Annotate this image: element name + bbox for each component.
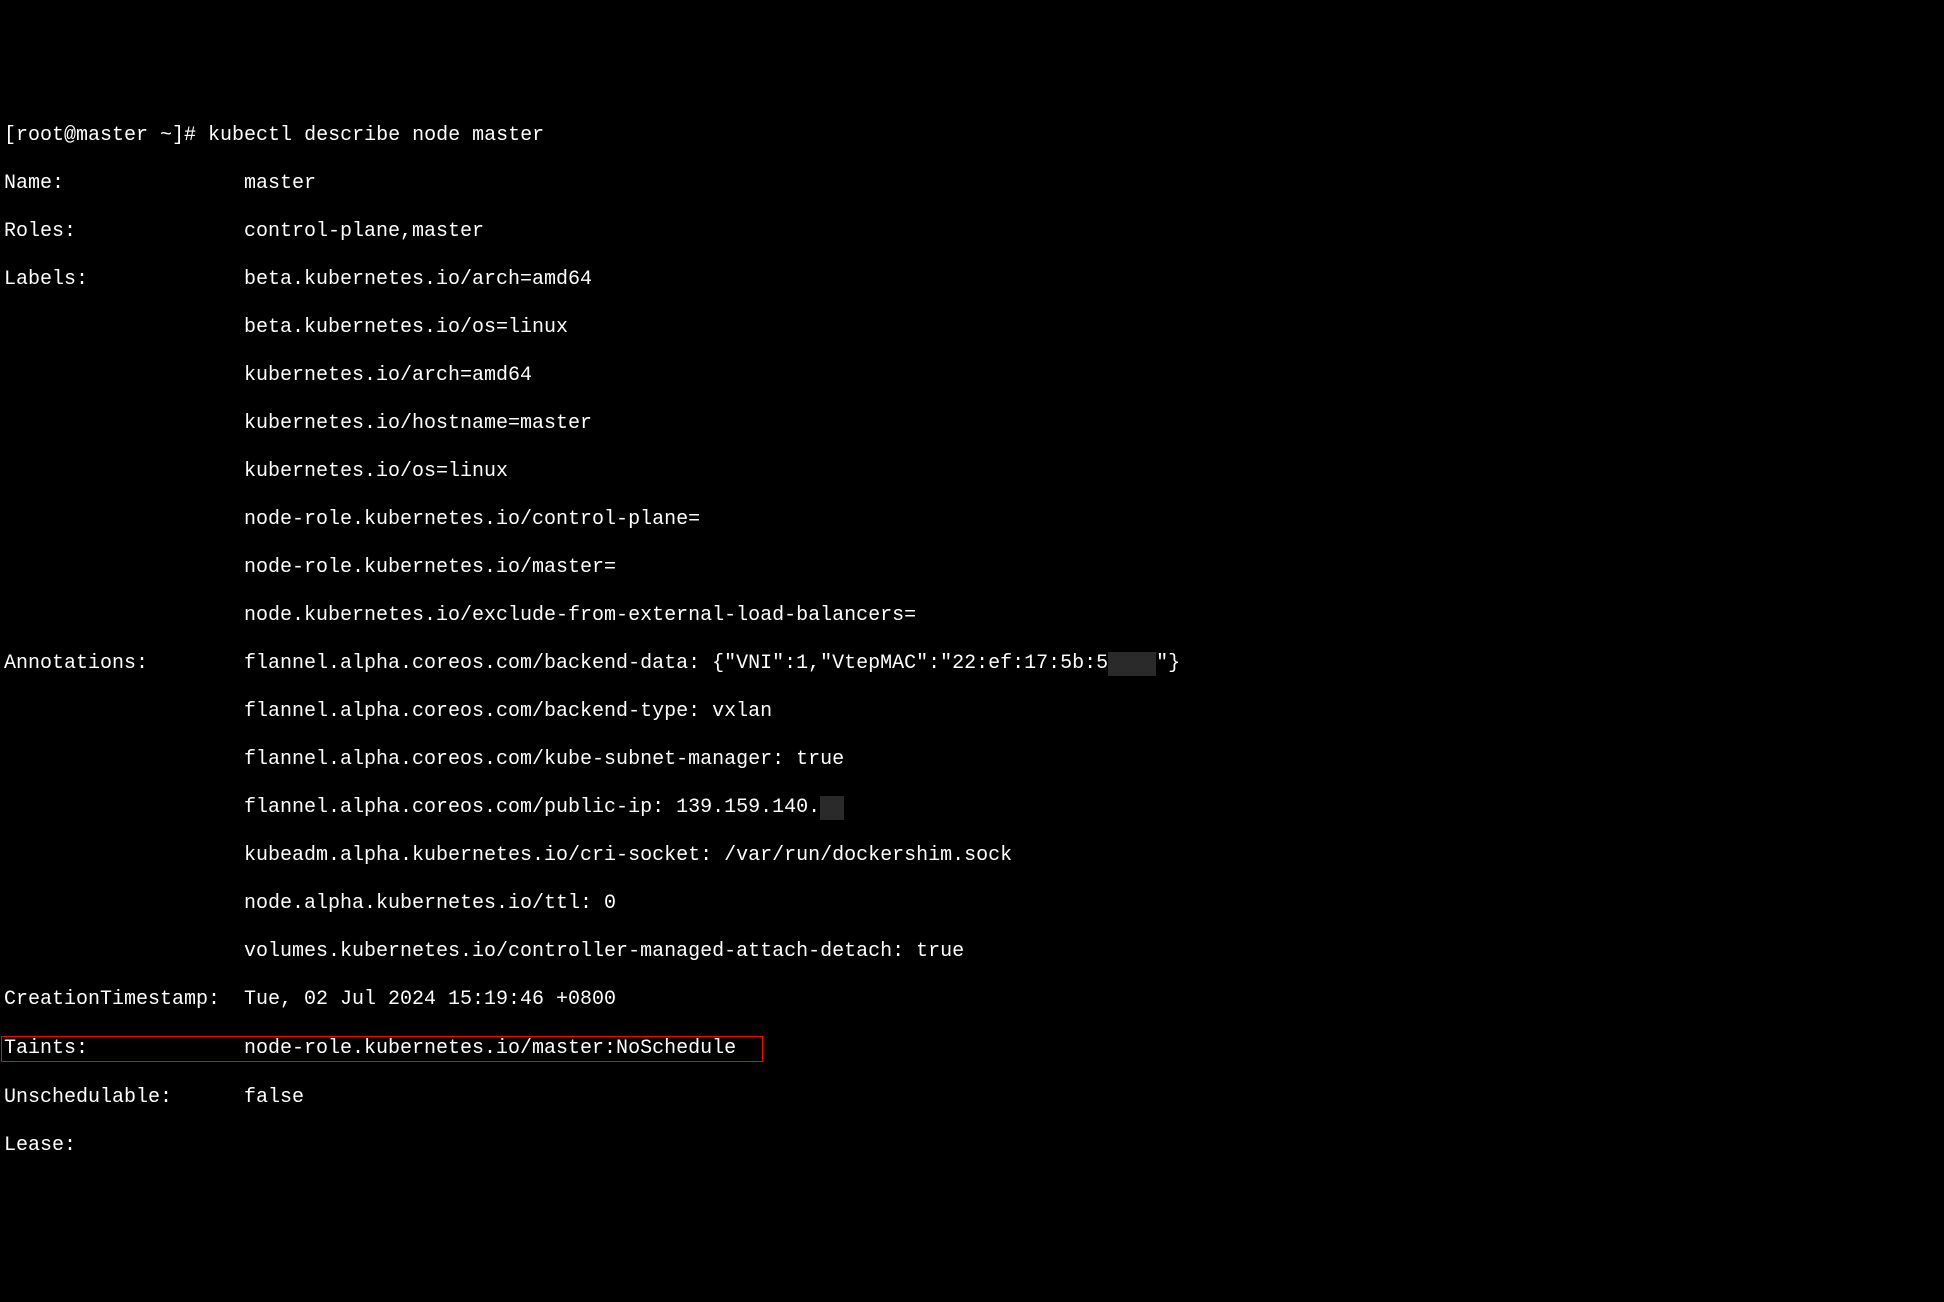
field-annotations-cont: kubeadm.alpha.kubernetes.io/cri-socket: … [4, 844, 1940, 868]
name-label: Name: [4, 172, 244, 196]
field-annotations-cont: node.alpha.kubernetes.io/ttl: 0 [4, 892, 1940, 916]
labels-label: Labels: [4, 268, 244, 292]
field-lease: Lease: [4, 1134, 1940, 1158]
annotations-value-0: flannel.alpha.coreos.com/backend-data: {… [244, 652, 1108, 676]
field-creation-timestamp: CreationTimestamp:Tue, 02 Jul 2024 15:19… [4, 988, 1940, 1012]
terminal-output[interactable]: [root@master ~]# kubectl describe node m… [4, 100, 1940, 1182]
taints-highlight-box: Taints:node-role.kubernetes.io/master:No… [1, 1036, 763, 1062]
annotations-value-6: volumes.kubernetes.io/controller-managed… [244, 940, 964, 964]
labels-value-2: kubernetes.io/arch=amd64 [244, 364, 532, 388]
field-unschedulable: Unschedulable:false [4, 1086, 1940, 1110]
taints-value: node-role.kubernetes.io/master:NoSchedul… [244, 1037, 736, 1061]
labels-value-0: beta.kubernetes.io/arch=amd64 [244, 268, 592, 292]
unschedulable-label: Unschedulable: [4, 1086, 244, 1110]
field-name: Name:master [4, 172, 1940, 196]
field-taints: Taints:node-role.kubernetes.io/master:No… [4, 1036, 1940, 1062]
command-prompt-line: [root@master ~]# kubectl describe node m… [4, 124, 1940, 148]
field-labels-cont: node-role.kubernetes.io/control-plane= [4, 508, 1940, 532]
roles-label: Roles: [4, 220, 244, 244]
annotations-label: Annotations: [4, 652, 244, 676]
labels-value-7: node.kubernetes.io/exclude-from-external… [244, 604, 916, 628]
roles-value: control-plane,master [244, 220, 484, 244]
annotations-value-4: kubeadm.alpha.kubernetes.io/cri-socket: … [244, 844, 1012, 868]
field-annotations-cont: flannel.alpha.coreos.com/public-ip: 139.… [4, 796, 1940, 820]
name-value: master [244, 172, 316, 196]
labels-value-6: node-role.kubernetes.io/master= [244, 556, 616, 580]
unschedulable-value: false [244, 1086, 304, 1110]
creation-timestamp-label: CreationTimestamp: [4, 988, 244, 1012]
labels-value-3: kubernetes.io/hostname=master [244, 412, 592, 436]
annotations-value-3: flannel.alpha.coreos.com/public-ip: 139.… [244, 796, 820, 820]
annotation-suffix: "} [1156, 652, 1180, 676]
taints-label: Taints: [4, 1037, 244, 1061]
field-annotations-cont: flannel.alpha.coreos.com/kube-subnet-man… [4, 748, 1940, 772]
field-roles: Roles:control-plane,master [4, 220, 1940, 244]
labels-value-5: node-role.kubernetes.io/control-plane= [244, 508, 700, 532]
field-annotations: Annotations:flannel.alpha.coreos.com/bac… [4, 652, 1940, 676]
field-annotations-cont: flannel.alpha.coreos.com/backend-type: v… [4, 700, 1940, 724]
field-labels: Labels:beta.kubernetes.io/arch=amd64 [4, 268, 1940, 292]
labels-value-4: kubernetes.io/os=linux [244, 460, 508, 484]
field-labels-cont: node-role.kubernetes.io/master= [4, 556, 1940, 580]
field-labels-cont: beta.kubernetes.io/os=linux [4, 316, 1940, 340]
redacted-text: xx [820, 796, 844, 820]
labels-value-1: beta.kubernetes.io/os=linux [244, 316, 568, 340]
field-labels-cont: node.kubernetes.io/exclude-from-external… [4, 604, 1940, 628]
field-labels-cont: kubernetes.io/arch=amd64 [4, 364, 1940, 388]
redacted-text: xxxx [1108, 652, 1156, 676]
shell-prompt: [root@master ~]# [4, 124, 196, 148]
field-labels-cont: kubernetes.io/hostname=master [4, 412, 1940, 436]
annotations-value-2: flannel.alpha.coreos.com/kube-subnet-man… [244, 748, 844, 772]
field-annotations-cont: volumes.kubernetes.io/controller-managed… [4, 940, 1940, 964]
command-text: kubectl describe node master [208, 124, 544, 148]
annotations-value-5: node.alpha.kubernetes.io/ttl: 0 [244, 892, 616, 916]
annotations-value-1: flannel.alpha.coreos.com/backend-type: v… [244, 700, 772, 724]
field-labels-cont: kubernetes.io/os=linux [4, 460, 1940, 484]
creation-timestamp-value: Tue, 02 Jul 2024 15:19:46 +0800 [244, 988, 616, 1012]
lease-label: Lease: [4, 1134, 244, 1158]
